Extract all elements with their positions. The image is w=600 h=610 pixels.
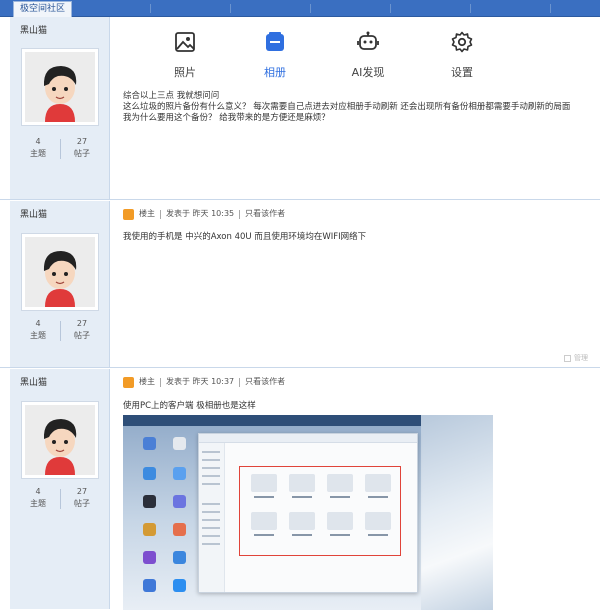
post-meta: 楼主 发表于 昨天 10:37 只看该作者: [123, 376, 285, 388]
avatar-cartoon-icon: [25, 405, 95, 475]
desktop-app-icon: [143, 437, 156, 450]
album-app-window: [198, 433, 418, 593]
forum-home-tab[interactable]: 极空间社区: [13, 1, 73, 17]
post-time: 发表于 昨天 10:37: [166, 377, 235, 386]
author-sidebar: 黑山猫 4 主题 27 帖子: [10, 369, 110, 609]
author-badge-icon: [123, 208, 134, 220]
album-icon: [266, 32, 284, 51]
divider: [150, 4, 151, 13]
gear-icon: [451, 31, 473, 53]
highlight-box: [239, 466, 401, 556]
divider: [230, 4, 231, 13]
post-content: 楼主 发表于 昨天 10:35 只看该作者 我使用的手机是 中兴的Axon 40…: [111, 201, 600, 367]
robot-icon: [357, 31, 379, 50]
post-body: 我使用的手机是 中兴的Axon 40U 而且使用环境均在WIFI网络下: [123, 232, 367, 242]
post-body: 综合以上三点 我就想问问 这么垃圾的照片备份有什么意义？ 每次需要自己点进去对应…: [123, 91, 571, 123]
role-label: 楼主: [139, 209, 155, 218]
author-stats: 4 主题 27 帖子: [10, 318, 110, 344]
desktop-app-icon: [173, 467, 186, 480]
forum-top-bar: 极空间社区: [0, 0, 600, 17]
divider: [390, 4, 391, 13]
author-name[interactable]: 黑山猫: [20, 207, 47, 220]
author-stats: 4 主题 27 帖子: [10, 486, 110, 512]
desktop-app-icon: [173, 551, 186, 564]
post-meta: 楼主 发表于 昨天 10:35 只看该作者: [123, 208, 285, 220]
nav-ai-discover: AI发现: [338, 31, 398, 80]
author-stats: 4 主题 27 帖子: [10, 136, 110, 162]
manage-checkbox[interactable]: [564, 354, 571, 362]
divider: [470, 4, 471, 13]
author-sidebar: 黑山猫 4 主题 27 帖子: [10, 201, 110, 367]
role-label: 楼主: [139, 377, 155, 386]
divider: [160, 377, 161, 387]
nav-settings: 设置: [432, 31, 492, 80]
desktop-app-icon: [143, 495, 156, 508]
desktop-app-icon: [173, 579, 186, 592]
author-name[interactable]: 黑山猫: [20, 375, 47, 388]
desktop-app-icon: [143, 523, 156, 536]
topics-stat[interactable]: 4 主题: [13, 486, 63, 510]
author-sidebar: 黑山猫 4 主题 27 帖子: [10, 17, 110, 199]
pc-client-screenshot[interactable]: [123, 415, 493, 610]
post-2: 黑山猫 4 主题 27 帖子 楼主 发表于 昨天 10:35 只看该作者 我使用…: [0, 201, 600, 368]
topics-stat[interactable]: 4 主题: [13, 136, 63, 160]
divider: [550, 4, 551, 13]
nav-photos: 照片: [155, 31, 215, 80]
avatar[interactable]: [21, 48, 99, 126]
post-3: 黑山猫 4 主题 27 帖子 楼主 发表于 昨天 10:37 只看该作者 使用P…: [0, 369, 600, 610]
desktop-app-icon: [173, 437, 186, 450]
image-icon: [175, 32, 195, 52]
post-1: 黑山猫 4 主题 27 帖子 照片 相册 AI发现 设置 综合以上三点 我就想问…: [0, 17, 600, 200]
window-titlebar: [199, 434, 417, 443]
window-sidebar: [199, 443, 225, 592]
topics-stat[interactable]: 4 主题: [13, 318, 63, 342]
only-author-link[interactable]: 只看该作者: [245, 376, 285, 388]
post-time: 发表于 昨天 10:35: [166, 209, 235, 218]
author-badge-icon: [123, 376, 134, 388]
desktop-app-icon: [143, 467, 156, 480]
avatar-cartoon-icon: [25, 52, 95, 122]
screenshot-sky: [421, 415, 493, 610]
nav-albums: 相册: [245, 31, 305, 80]
only-author-link[interactable]: 只看该作者: [245, 208, 285, 220]
post-content: 楼主 发表于 昨天 10:37 只看该作者 使用PC上的客户端 极相册也是这样: [111, 369, 600, 610]
desktop-app-icon: [143, 579, 156, 592]
divider: [310, 4, 311, 13]
posts-stat[interactable]: 27 帖子: [57, 136, 107, 160]
avatar[interactable]: [21, 401, 99, 479]
desktop-app-icon: [143, 551, 156, 564]
desktop-app-icon: [173, 495, 186, 508]
author-name[interactable]: 黑山猫: [20, 23, 47, 36]
manage-control[interactable]: 管理: [564, 353, 588, 363]
app-nav-screenshot: 照片 相册 AI发现 设置: [127, 17, 503, 95]
post-body: 使用PC上的客户端 极相册也是这样: [123, 401, 256, 411]
divider: [239, 377, 241, 387]
avatar[interactable]: [21, 233, 99, 311]
avatar-cartoon-icon: [25, 237, 95, 307]
divider: [160, 209, 161, 219]
post-content: 照片 相册 AI发现 设置 综合以上三点 我就想问问 这么垃圾的照片备份有什么意…: [111, 17, 600, 199]
posts-stat[interactable]: 27 帖子: [57, 318, 107, 342]
posts-stat[interactable]: 27 帖子: [57, 486, 107, 510]
desktop-app-icon: [173, 523, 186, 536]
divider: [239, 209, 241, 219]
